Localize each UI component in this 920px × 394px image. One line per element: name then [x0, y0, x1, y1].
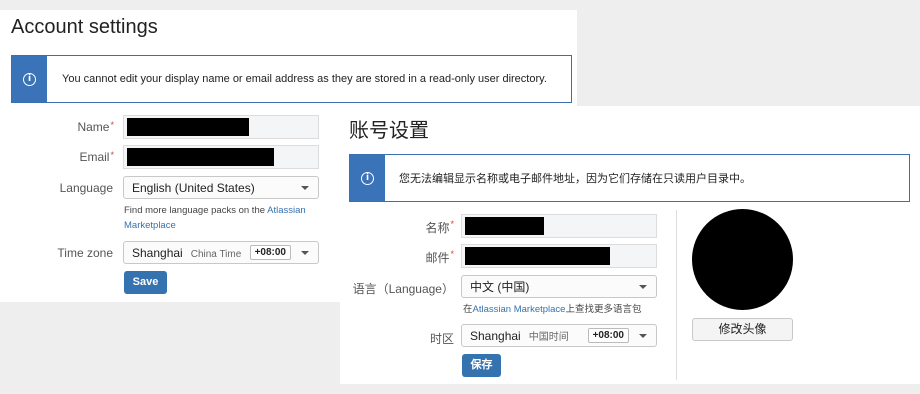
- language-label-zh: 语言（Language）: [352, 282, 454, 296]
- redacted-email: [465, 247, 610, 265]
- chevron-down-icon: [639, 284, 647, 289]
- language-select[interactable]: English (United States): [123, 176, 319, 199]
- email-label: Email*: [79, 150, 114, 164]
- info-icon: i: [361, 171, 374, 185]
- timezone-label: Time zone: [57, 246, 113, 260]
- required-marker: *: [110, 120, 114, 130]
- name-label: Name*: [77, 120, 114, 134]
- page-title: Account settings: [11, 16, 158, 38]
- language-select-zh[interactable]: 中文 (中国): [461, 275, 657, 298]
- chevron-down-icon: [301, 250, 309, 255]
- info-message-text: You cannot edit your display name or ema…: [62, 73, 547, 85]
- info-message-text: 您无法编辑显示名称或电子邮件地址，因为它们存储在只读用户目录中。: [399, 173, 751, 185]
- redacted-name: [127, 118, 249, 136]
- atlassian-marketplace-link[interactable]: Atlassian: [267, 205, 306, 216]
- change-avatar-button[interactable]: 修改头像: [692, 318, 793, 341]
- timezone-offset: +08:00: [587, 328, 629, 343]
- language-label: Language: [59, 181, 113, 195]
- email-label-zh: 邮件*: [425, 249, 454, 265]
- redacted-email: [127, 148, 274, 166]
- timezone-name: 中国时间: [528, 332, 569, 343]
- chevron-down-icon: [301, 185, 309, 190]
- chevron-down-icon: [639, 333, 647, 338]
- required-marker: *: [450, 219, 454, 229]
- info-message: i You cannot edit your display name or e…: [11, 55, 572, 103]
- language-help-text: Find more language packs on the Atlassia…: [124, 205, 306, 231]
- save-button-zh[interactable]: 保存: [462, 354, 501, 377]
- required-marker: *: [110, 150, 114, 160]
- timezone-select-zh[interactable]: Shanghai 中国时间 +08:00: [461, 324, 657, 347]
- info-bar: i: [350, 155, 385, 201]
- divider: [676, 210, 677, 380]
- timezone-city: Shanghai: [470, 329, 521, 343]
- timezone-name: China Time: [190, 248, 242, 260]
- timezone-label-zh: 时区: [429, 332, 454, 346]
- redacted-name: [465, 217, 544, 235]
- name-label-zh: 名称*: [425, 219, 454, 235]
- avatar: [692, 209, 793, 310]
- required-marker: *: [450, 249, 454, 259]
- atlassian-marketplace-link[interactable]: Marketplace: [124, 220, 176, 231]
- language-select-value: 中文 (中国): [470, 280, 530, 294]
- timezone-select[interactable]: Shanghai China Time +08:00: [123, 241, 319, 264]
- save-button[interactable]: Save: [124, 271, 167, 294]
- timezone-city: Shanghai: [132, 245, 183, 260]
- info-icon: i: [23, 72, 36, 86]
- info-bar: i: [12, 56, 47, 102]
- atlassian-marketplace-link[interactable]: Atlassian Marketplace: [473, 304, 566, 315]
- language-help-text-zh: 在Atlassian Marketplace上查找更多语言包: [463, 304, 642, 315]
- timezone-offset: +08:00: [249, 245, 291, 260]
- page-title-zh: 账号设置: [349, 120, 429, 142]
- info-message-zh: i 您无法编辑显示名称或电子邮件地址，因为它们存储在只读用户目录中。: [349, 154, 910, 202]
- language-select-value: English (United States): [132, 180, 255, 195]
